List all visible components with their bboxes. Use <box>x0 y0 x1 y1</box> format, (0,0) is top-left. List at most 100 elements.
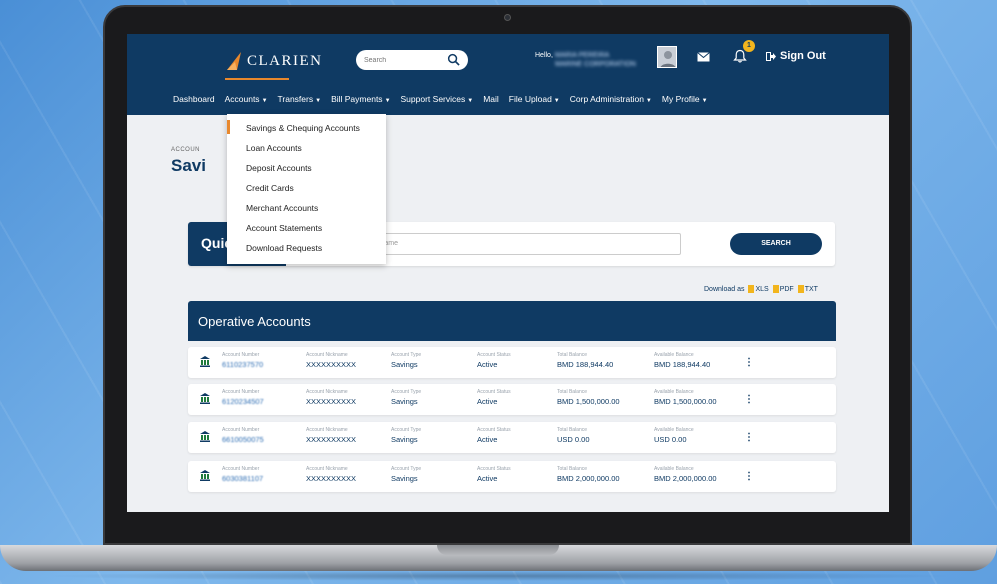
nav-my-profile[interactable]: My Profile ▼ <box>662 94 708 108</box>
caret-down-icon: ▼ <box>645 98 652 104</box>
account-total-value: BMD 1,500,000.00 <box>557 397 620 406</box>
account-nickname-cell: Account Nickname XXXXXXXXXX <box>306 389 356 406</box>
nav-file-upload-label: File Upload <box>508 94 552 104</box>
account-total-cell: Total Balance BMD 188,944.40 <box>557 352 613 369</box>
account-number-cell[interactable]: Account Number 6610050075 <box>222 427 264 444</box>
account-nickname-value: XXXXXXXXXX <box>306 474 357 483</box>
account-available-value: BMD 1,500,000.00 <box>654 397 717 406</box>
download-options: Download as XLS PDF TXT <box>704 285 818 293</box>
account-type-value: Savings <box>391 397 418 406</box>
account-nickname-cell: Account Nickname XXXXXXXXXX <box>306 427 356 444</box>
table-row[interactable]: Account Number 6110237570 Account Nickname… <box>188 347 836 378</box>
menu-account-statements[interactable]: Account Statements <box>227 218 386 238</box>
banking-app-screen: CLARIEN Hello, MARIA PEREIRA MARINE CORP… <box>127 34 889 512</box>
account-status-value: Active <box>477 397 498 406</box>
account-type-value: Savings <box>391 360 418 369</box>
breadcrumb[interactable]: ACCOUN <box>171 147 200 153</box>
account-total-label: Total Balance <box>557 389 588 395</box>
account-number-label: Account Number <box>222 352 260 358</box>
nav-transfers[interactable]: Transfers ▼ <box>278 94 322 108</box>
menu-savings-chequing[interactable]: Savings & Chequing Accounts <box>227 118 386 138</box>
account-number-cell[interactable]: Account Number 6120234507 <box>222 389 264 406</box>
account-nickname-cell: Account Nickname XXXXXXXXXX <box>306 466 356 483</box>
nav-transfers-label: Transfers <box>277 94 314 104</box>
account-total-label: Total Balance <box>557 466 588 472</box>
bank-building-icon <box>200 431 210 442</box>
account-total-value: BMD 188,944.40 <box>557 360 614 369</box>
menu-merchant-accounts[interactable]: Merchant Accounts <box>227 198 386 218</box>
account-available-cell: Available Balance BMD 2,000,000.00 <box>654 466 717 483</box>
nav-corp-administration-label: Corp Administration <box>569 94 644 104</box>
table-row[interactable]: Account Number 6030381107 Account Nickname… <box>188 461 836 492</box>
nav-mail[interactable]: Mail <box>483 94 499 108</box>
account-status-cell: Account Status Active <box>477 352 511 369</box>
sign-out-icon <box>766 51 776 61</box>
bank-building-icon <box>200 356 210 367</box>
avatar[interactable] <box>657 46 677 68</box>
menu-download-requests[interactable]: Download Requests <box>227 238 386 258</box>
search-icon[interactable] <box>447 53 460 66</box>
account-total-cell: Total Balance USD 0.00 <box>557 427 590 444</box>
user-greeting: Hello, MARIA PEREIRA MARINE CORPORATION <box>535 51 645 69</box>
account-status-cell: Account Status Active <box>477 427 511 444</box>
account-total-label: Total Balance <box>557 352 588 358</box>
notification-badge: 1 <box>743 40 755 52</box>
table-row[interactable]: Account Number 6120234507 Account Nickname… <box>188 384 836 415</box>
menu-deposit-accounts[interactable]: Deposit Accounts <box>227 158 386 178</box>
account-available-value: USD 0.00 <box>654 435 687 444</box>
search-input[interactable] <box>364 56 444 64</box>
nav-my-profile-label: My Profile <box>661 94 700 104</box>
download-xls-link[interactable]: XLS <box>748 285 769 293</box>
account-status-label: Account Status <box>477 352 511 358</box>
account-type-value: Savings <box>391 435 418 444</box>
nav-support-services[interactable]: Support Services ▼ <box>401 94 474 108</box>
nickname-input[interactable]: kname <box>368 233 681 255</box>
account-type-cell: Account Type Savings <box>391 389 421 406</box>
account-total-cell: Total Balance BMD 1,500,000.00 <box>557 389 620 406</box>
search-button[interactable]: SEARCH <box>730 233 822 255</box>
account-nickname-label: Account Nickname <box>306 389 348 395</box>
user-name: MARIA PEREIRA <box>554 52 610 59</box>
account-status-label: Account Status <box>477 427 511 433</box>
account-nickname-label: Account Nickname <box>306 427 348 433</box>
account-type-cell: Account Type Savings <box>391 466 421 483</box>
row-actions-kebab-icon[interactable]: ⋮ <box>744 357 754 368</box>
sign-out-button[interactable]: Sign Out <box>766 50 826 62</box>
header-search <box>356 50 468 70</box>
nav-bill-payments[interactable]: Bill Payments ▼ <box>331 94 390 108</box>
download-txt-link[interactable]: TXT <box>797 285 818 293</box>
account-available-label: Available Balance <box>654 466 694 472</box>
laptop-notch <box>437 545 559 555</box>
account-number-cell[interactable]: Account Number 6030381107 <box>222 466 263 483</box>
account-status-value: Active <box>477 474 498 483</box>
account-number-value: 6110237570 <box>222 360 264 369</box>
txt-label: TXT <box>804 285 818 293</box>
nav-corp-administration[interactable]: Corp Administration ▼ <box>570 94 652 108</box>
nav-dashboard[interactable]: Dashboard <box>173 94 215 108</box>
menu-loan-accounts[interactable]: Loan Accounts <box>227 138 386 158</box>
nav-file-upload[interactable]: File Upload ▼ <box>509 94 560 108</box>
account-status-label: Account Status <box>477 466 511 472</box>
download-pdf-link[interactable]: PDF <box>772 285 794 293</box>
account-number-cell[interactable]: Account Number 6110237570 <box>222 352 263 369</box>
mail-icon[interactable] <box>697 52 710 62</box>
account-status-label: Account Status <box>477 389 511 395</box>
menu-credit-cards[interactable]: Credit Cards <box>227 178 386 198</box>
brand-logo[interactable]: CLARIEN <box>225 46 323 76</box>
table-row[interactable]: Account Number 6610050075 Account Nickname… <box>188 422 836 453</box>
row-actions-kebab-icon[interactable]: ⋮ <box>744 394 754 405</box>
account-nickname-value: XXXXXXXXXX <box>306 360 357 369</box>
pdf-label: PDF <box>779 285 794 293</box>
caret-down-icon: ▼ <box>467 98 474 104</box>
page-title-left: Savi <box>171 156 206 175</box>
account-type-value: Savings <box>391 474 418 483</box>
caret-down-icon: ▼ <box>384 98 391 104</box>
caret-down-icon: ▼ <box>553 98 560 104</box>
account-number-label: Account Number <box>222 389 260 395</box>
nav-accounts[interactable]: Accounts ▼ <box>225 94 268 108</box>
account-total-label: Total Balance <box>557 427 588 433</box>
row-actions-kebab-icon[interactable]: ⋮ <box>744 471 754 482</box>
laptop-shadow <box>40 571 957 581</box>
row-actions-kebab-icon[interactable]: ⋮ <box>744 432 754 443</box>
nav-support-services-label: Support Services <box>400 94 466 104</box>
